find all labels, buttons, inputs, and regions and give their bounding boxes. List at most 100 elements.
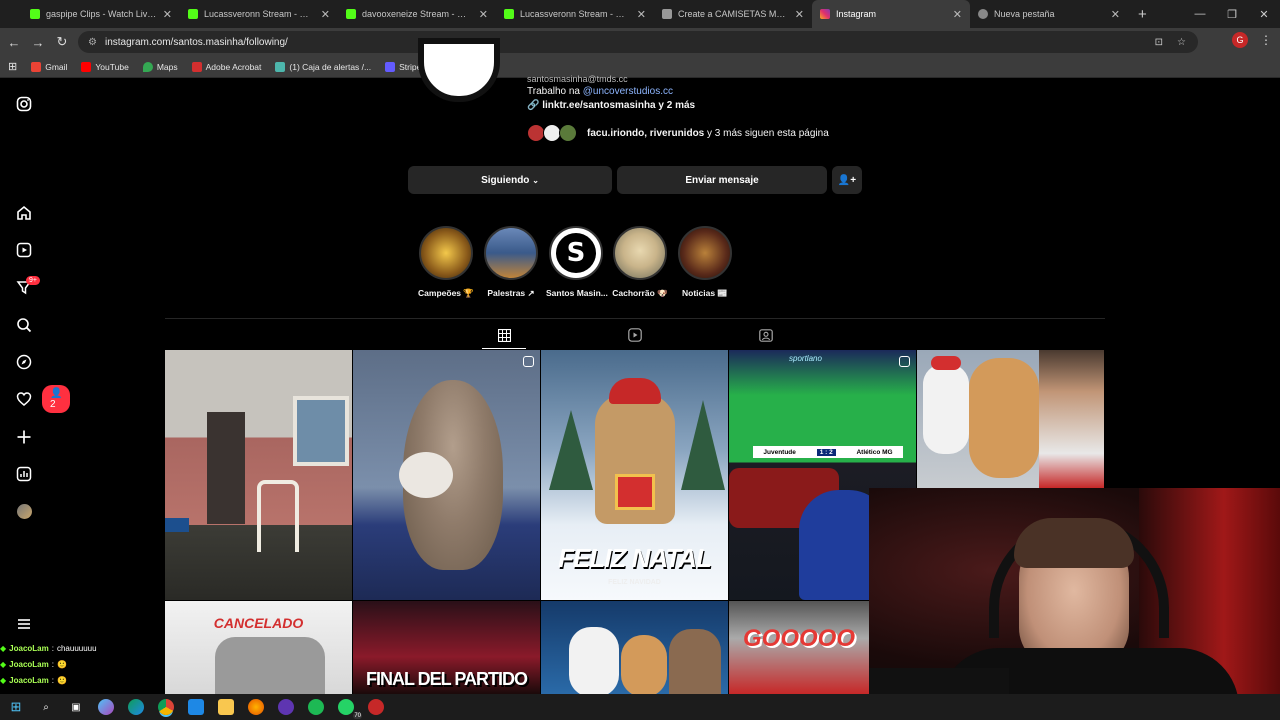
close-tab-icon[interactable]: ✕ [795, 8, 804, 21]
reels-icon[interactable] [14, 240, 34, 260]
post-thumbnail[interactable] [541, 601, 728, 694]
profile-picture[interactable] [418, 38, 500, 102]
install-app-icon[interactable]: ⊡ [1155, 37, 1163, 48]
maximize-icon[interactable]: ❐ [1216, 8, 1248, 21]
close-tab-icon[interactable]: ✕ [163, 8, 172, 21]
santa-hat-shape [609, 378, 661, 404]
windows-start-icon[interactable]: ⊞ [8, 699, 24, 715]
apps-grid-icon[interactable]: ⊞ [8, 60, 17, 73]
whatsapp-icon[interactable]: 70 [338, 699, 362, 719]
highlight-label: Santos Masin... [546, 288, 608, 298]
post-thumbnail[interactable]: FINAL DEL PARTIDO [353, 601, 540, 694]
obs-icon[interactable] [278, 699, 294, 715]
forward-icon[interactable]: → [26, 35, 50, 50]
profile-link-text[interactable]: linktr.ee/santosmasinha y 2 más [542, 100, 695, 111]
chrome-favicon-icon [978, 9, 988, 19]
task-view-icon[interactable]: ▣ [68, 699, 84, 715]
post-thumbnail[interactable]: CANCELADO [165, 601, 352, 694]
cartoon-face-shape [969, 358, 1039, 478]
feliz-natal-text: FELIZ NATAL [558, 543, 712, 573]
bookmark-alerts[interactable]: (1) Caja de alertas /... [275, 61, 371, 72]
close-tab-icon[interactable]: ✕ [1111, 8, 1120, 21]
minimize-icon[interactable]: — [1184, 8, 1216, 20]
close-tab-icon[interactable]: ✕ [637, 8, 646, 21]
streamlabs-icon [275, 61, 286, 72]
highlight-cover: S [549, 226, 603, 280]
reels-tab[interactable] [625, 327, 645, 343]
bookmark-acrobat[interactable]: Adobe Acrobat [191, 61, 261, 72]
search-icon[interactable] [14, 315, 34, 335]
cancelado-text: CANCELADO [213, 615, 304, 631]
work-link[interactable]: @uncoverstudios.cc [583, 86, 673, 97]
post-thumbnail[interactable] [917, 350, 1104, 488]
profile-avatar[interactable]: G [1232, 32, 1248, 48]
gmail-icon [31, 61, 42, 72]
insights-icon[interactable] [14, 464, 34, 484]
reload-icon[interactable]: ↻ [50, 34, 74, 50]
post-thumbnail[interactable]: GOOOOO [729, 601, 869, 694]
post-thumbnail[interactable]: FELIZ NATAL FELIZ NAVIDAD [541, 350, 728, 600]
new-tab-icon[interactable]: + [1138, 6, 1147, 23]
browser-tab-active[interactable]: Instagram ✕ [812, 0, 970, 28]
file-explorer-icon[interactable] [218, 699, 234, 715]
bookmark-youtube[interactable]: YouTube [81, 61, 129, 72]
browser-tab[interactable]: Create a CAMISETAS MUNDIAL ✕ [654, 0, 812, 28]
copilot-icon[interactable] [98, 699, 114, 715]
edge-icon[interactable] [128, 699, 144, 715]
add-user-icon: 👤+ [837, 174, 857, 186]
bookmark-star-icon[interactable]: ☆ [1177, 37, 1186, 48]
instagram-logo-icon[interactable] [14, 94, 34, 114]
close-tab-icon[interactable]: ✕ [321, 8, 330, 21]
highlight-item[interactable]: Noticias 📰 [675, 226, 735, 299]
post-thumbnail[interactable] [353, 350, 540, 600]
close-tab-icon[interactable]: ✕ [953, 8, 962, 21]
heart-icon[interactable] [14, 389, 34, 409]
reels-tab-icon [628, 328, 642, 342]
menu-kebab-icon[interactable]: ⋮ [1260, 33, 1272, 47]
highlight-cover [419, 226, 473, 280]
app-icon[interactable] [368, 699, 384, 715]
create-plus-icon[interactable] [14, 427, 34, 447]
bookmark-gmail[interactable]: Gmail [31, 61, 67, 72]
followed-by-names[interactable]: facu.iriondo, riverunidos [587, 128, 704, 139]
add-user-button[interactable]: 👤+ [832, 166, 862, 194]
scoreboard-home: Juventude [763, 448, 796, 456]
chrome-icon[interactable] [158, 699, 174, 715]
site-info-icon[interactable]: ⚙ [88, 37, 97, 48]
taskbar-search-icon[interactable]: ⌕ [38, 699, 54, 715]
posts-grid-tab[interactable] [494, 327, 514, 343]
send-message-button[interactable]: Enviar mensaje [617, 166, 827, 194]
gift-box-shape [615, 474, 655, 510]
highlight-item[interactable]: Palestras ↗ [481, 226, 541, 299]
highlight-item[interactable]: Cachorrão 🐶 [610, 226, 670, 299]
tagged-tab[interactable] [756, 327, 776, 343]
highlight-item[interactable]: Campeões 🏆 [416, 226, 476, 299]
address-bar[interactable]: ⚙ instagram.com/santos.masinha/following… [78, 31, 1198, 53]
firefox-icon[interactable] [248, 699, 264, 715]
browser-tab[interactable]: gaspipe Clips - Watch Live on K ✕ [22, 0, 180, 28]
cartoon-face-shape [621, 635, 667, 694]
profile-link[interactable]: 🔗 linktr.ee/santosmasinha y 2 más [527, 100, 695, 111]
spotify-icon[interactable] [308, 699, 324, 715]
close-tab-icon[interactable]: ✕ [479, 8, 488, 21]
highlight-item[interactable]: S Santos Masin... [546, 226, 608, 298]
player-photo-shape [669, 629, 721, 694]
bookmark-maps[interactable]: Maps [142, 61, 178, 72]
store-icon[interactable] [188, 699, 204, 715]
post-thumbnail[interactable] [165, 350, 352, 600]
more-menu-icon[interactable] [14, 614, 34, 634]
home-icon[interactable] [14, 203, 34, 223]
close-window-icon[interactable]: ✕ [1248, 8, 1280, 21]
explore-compass-icon[interactable] [14, 352, 34, 372]
browser-tab[interactable]: Nueva pestaña ✕ [970, 0, 1128, 28]
followed-by[interactable]: facu.iriondo, riverunidos y 3 más siguen… [527, 124, 829, 142]
browser-tab[interactable]: Lucassveronn Stream - Watch L ✕ [496, 0, 654, 28]
back-icon[interactable]: ← [2, 35, 26, 50]
browser-tab[interactable]: Lucassveronn Stream - Watch L ✕ [180, 0, 338, 28]
follower-avatar [559, 124, 577, 142]
new-followers-pill[interactable]: 👤 2 [42, 385, 71, 413]
following-button[interactable]: Siguiendo ⌄ [408, 166, 612, 194]
url-text[interactable]: instagram.com/santos.masinha/following/ [105, 37, 288, 48]
profile-avatar-icon[interactable] [14, 501, 34, 521]
browser-tab[interactable]: davooxeneize Stream - Watch L ✕ [338, 0, 496, 28]
